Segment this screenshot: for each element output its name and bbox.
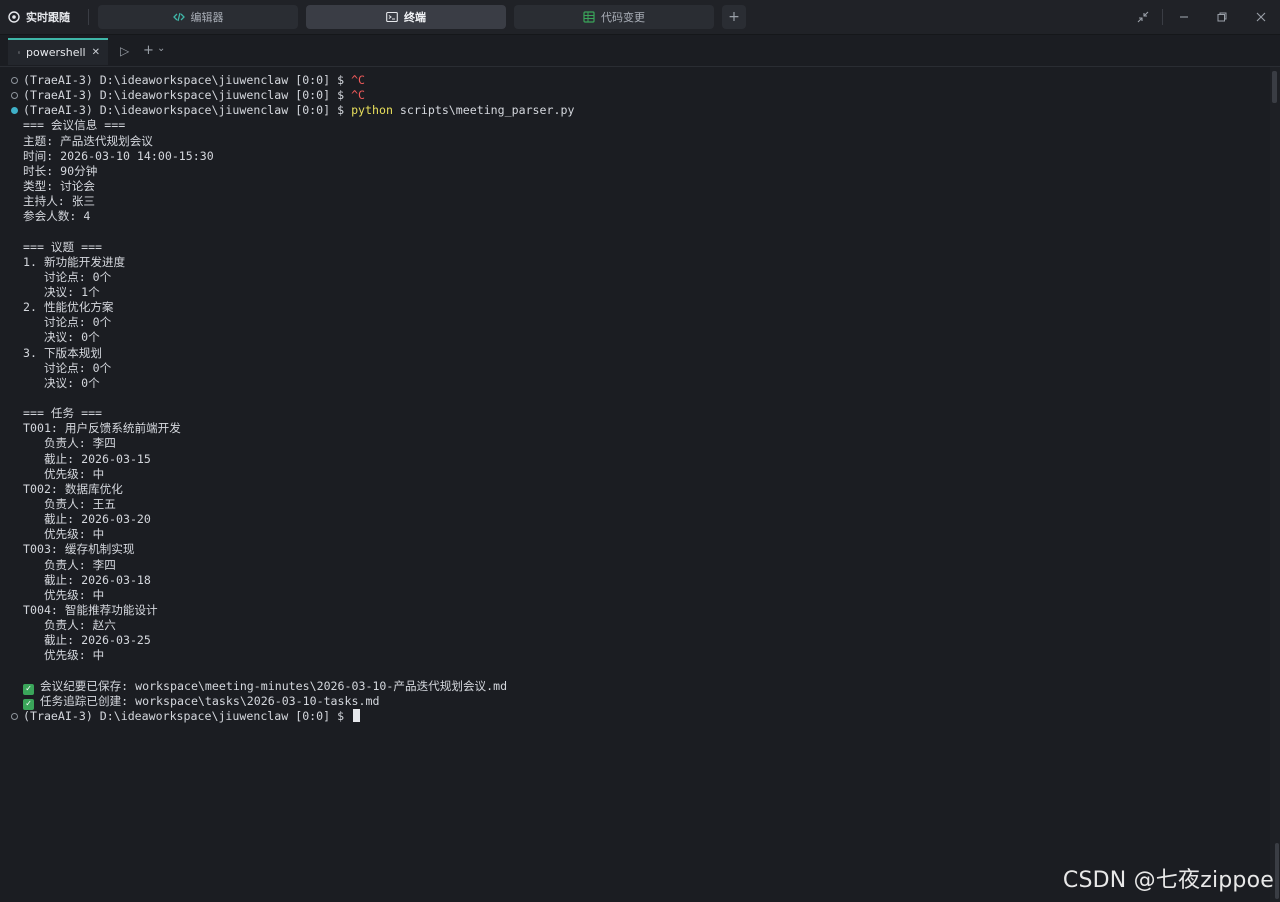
scrollbar-thumb[interactable]	[1275, 843, 1279, 899]
output-line: 讨论点: 0个	[23, 269, 112, 284]
tab-editor-label: 编辑器	[190, 11, 224, 24]
output-line: 截止: 2026-03-25	[23, 633, 151, 648]
output-line: === 议题 ===	[23, 239, 103, 254]
follow-toggle[interactable]: 实时跟随	[8, 6, 70, 28]
tab-terminal[interactable]: 终端	[306, 5, 506, 29]
follow-label: 实时跟随	[26, 11, 70, 24]
new-terminal-icon[interactable]: +	[143, 44, 154, 58]
collapse-icon[interactable]	[1135, 9, 1151, 25]
output-line: 主持人: 张三	[23, 194, 95, 209]
minimize-icon[interactable]	[1176, 9, 1192, 25]
output-line: 决议: 0个	[23, 375, 100, 390]
terminal-line: (TraeAI-3) D:\ideaworkspace\jiuwenclaw […	[0, 73, 1270, 88]
terminal-tab-label: powershell	[26, 46, 86, 59]
output-line: 负责人: 赵六	[23, 618, 116, 633]
output-line: 决议: 1个	[23, 284, 100, 299]
output-line: 负责人: 李四	[23, 557, 116, 572]
close-tab-icon[interactable]: ✕	[92, 47, 100, 58]
created-tasks-message: 任务追踪已创建: workspace\tasks\2026-03-10-task…	[40, 693, 380, 708]
follow-icon	[8, 11, 20, 23]
command-marker-icon	[11, 92, 18, 100]
terminal-icon	[386, 11, 398, 23]
terminal-tab-powershell[interactable]: powershell ✕	[8, 38, 108, 65]
cursor	[353, 708, 361, 722]
output-line: 时间: 2026-03-10 14:00-15:30	[23, 148, 214, 163]
output-line: === 任务 ===	[23, 406, 103, 421]
diff-icon	[583, 11, 595, 23]
output-line: 讨论点: 0个	[23, 360, 112, 375]
saved-minutes-message: 会议纪要已保存: workspace\meeting-minutes\2026-…	[40, 678, 508, 693]
run-icon[interactable]: ▷	[120, 44, 129, 58]
terminal-output[interactable]: (TraeAI-3) D:\ideaworkspace\jiuwenclaw […	[0, 67, 1280, 902]
output-line: 截止: 2026-03-15	[23, 451, 151, 466]
output-line: 负责人: 李四	[23, 436, 116, 451]
terminal-lines: (TraeAI-3) D:\ideaworkspace\jiuwenclaw […	[0, 73, 1270, 724]
watermark: CSDN @七夜zippoe	[1062, 868, 1274, 893]
output-line: 决议: 0个	[23, 330, 100, 345]
output-line: 截止: 2026-03-20	[23, 512, 151, 527]
terminal-line: (TraeAI-3) D:\ideaworkspace\jiuwenclaw […	[0, 88, 1270, 103]
output-line: T003: 缓存机制实现	[23, 542, 135, 557]
output-line: T002: 数据库优化	[23, 481, 123, 496]
scrollbar-thumb[interactable]	[1272, 71, 1277, 103]
terminal-line: (TraeAI-3) D:\ideaworkspace\jiuwenclaw […	[0, 708, 1270, 724]
divider	[1162, 9, 1163, 25]
code-icon	[172, 12, 185, 22]
output-line: 时长: 90分钟	[23, 163, 98, 178]
divider	[88, 9, 89, 25]
restore-icon[interactable]	[1214, 9, 1230, 25]
command-marker-icon	[11, 77, 18, 84]
output-line: 类型: 讨论会	[23, 178, 95, 193]
output-line: 讨论点: 0个	[23, 315, 112, 330]
output-line: 优先级: 中	[23, 648, 105, 663]
terminal-line: (TraeAI-3) D:\ideaworkspace\jiuwenclaw […	[0, 103, 1270, 118]
tab-editor[interactable]: 编辑器	[98, 5, 298, 29]
tab-changes-label: 代码变更	[601, 11, 645, 24]
output-line: 2. 性能优化方案	[23, 300, 114, 315]
terminal-line: ✓ 会议纪要已保存: workspace\meeting-minutes\2026…	[0, 678, 1270, 695]
scrollbar[interactable]	[1270, 67, 1280, 902]
output-line: 参会人数: 4	[23, 209, 91, 224]
tab-changes[interactable]: 代码变更	[514, 5, 714, 29]
terminal-icon	[18, 51, 20, 54]
close-icon[interactable]	[1253, 9, 1269, 25]
command-marker-icon	[11, 712, 18, 720]
output-line: 3. 下版本规划	[23, 345, 102, 360]
output-line: 优先级: 中	[23, 527, 105, 542]
output-line: 主题: 产品迭代规划会议	[23, 133, 153, 148]
output-line: 1. 新功能开发进度	[23, 254, 126, 269]
top-bar: 实时跟随 编辑器 终端 代码变更 +	[0, 0, 1280, 35]
output-line: 截止: 2026-03-18	[23, 572, 151, 587]
output-line: === 会议信息 ===	[23, 118, 126, 133]
tab-terminal-label: 终端	[404, 11, 426, 24]
terminal-line: ✓ 任务追踪已创建: workspace\tasks\2026-03-10-tas…	[0, 693, 1270, 710]
output-line: T001: 用户反馈系统前端开发	[23, 421, 181, 436]
chevron-down-icon[interactable]: ⌄	[157, 42, 165, 56]
terminal-tab-bar: powershell ✕ ▷ + ⌄	[0, 35, 1280, 67]
output-line: 优先级: 中	[23, 466, 105, 481]
output-line: 负责人: 王五	[23, 496, 116, 511]
command-marker-icon	[11, 107, 18, 115]
output-line: T004: 智能推荐功能设计	[23, 602, 158, 617]
output-line: 优先级: 中	[23, 587, 105, 602]
add-tab-button[interactable]: +	[722, 5, 746, 29]
